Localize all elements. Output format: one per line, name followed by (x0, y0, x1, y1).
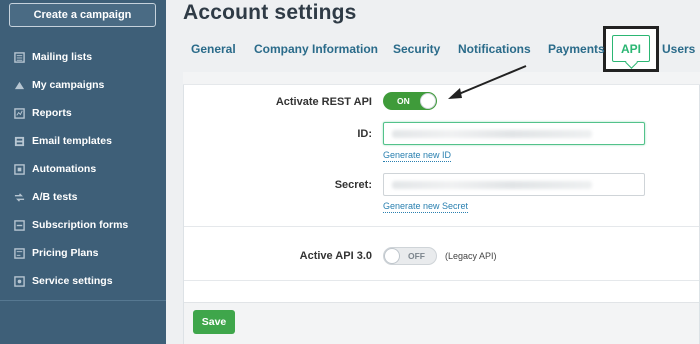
api-secret-field[interactable] (383, 173, 645, 196)
sidebar-item-label: Pricing Plans (32, 247, 99, 259)
sidebar-item-subscription-forms[interactable]: Subscription forms (0, 214, 166, 236)
page-title: Account settings (183, 1, 357, 24)
toggle-knob (384, 248, 400, 264)
sidebar-divider (0, 300, 166, 301)
tab-security[interactable]: Security (393, 42, 440, 56)
section-divider (184, 226, 699, 227)
sidebar-item-ab-tests[interactable]: A/B tests (0, 186, 166, 208)
save-button[interactable]: Save (193, 310, 235, 334)
sidebar-item-email-templates[interactable]: Email templates (0, 130, 166, 152)
api3-toggle[interactable]: OFF (383, 247, 437, 265)
id-label: ID: (357, 128, 372, 140)
list-icon (13, 51, 25, 63)
pointer-arrow-icon (448, 65, 527, 99)
tab-company-information[interactable]: Company Information (254, 42, 378, 56)
sidebar-item-label: Email templates (32, 135, 112, 147)
sidebar-item-mailing-lists[interactable]: Mailing lists (0, 46, 166, 68)
sidebar-item-service-settings[interactable]: Service settings (0, 270, 166, 292)
tab-general[interactable]: General (191, 42, 236, 56)
sidebar-item-my-campaigns[interactable]: My campaigns (0, 74, 166, 96)
rest-api-toggle[interactable]: ON (383, 92, 437, 110)
legacy-api-note: (Legacy API) (445, 251, 497, 261)
toggle-knob (420, 93, 436, 109)
tab-notifications[interactable]: Notifications (458, 42, 531, 56)
sidebar-item-label: Service settings (32, 275, 113, 287)
form-icon (13, 219, 25, 231)
generate-new-id-link[interactable]: Generate new ID (383, 150, 452, 162)
app-root: Create a campaign Mailing lists My campa… (0, 0, 700, 344)
sidebar-item-automations[interactable]: Automations (0, 158, 166, 180)
sidebar-item-label: Automations (32, 163, 97, 175)
generate-new-secret-link[interactable]: Generate new Secret (383, 201, 469, 213)
pricing-icon (13, 247, 25, 259)
blurred-value (392, 130, 592, 138)
settings-icon (13, 275, 25, 287)
sidebar-item-reports[interactable]: Reports (0, 102, 166, 124)
reports-icon (13, 107, 25, 119)
form-footer (184, 302, 699, 344)
rest-api-label: Activate REST API (275, 96, 372, 108)
sidebar-item-pricing-plans[interactable]: Pricing Plans (0, 242, 166, 264)
automation-icon (13, 163, 25, 175)
campaign-icon (13, 79, 25, 91)
sidebar-item-label: Subscription forms (32, 219, 129, 231)
template-icon (13, 135, 25, 147)
tab-payments[interactable]: Payments (548, 42, 605, 56)
blurred-value (392, 181, 592, 189)
sidebar-item-label: Mailing lists (32, 51, 93, 63)
sidebar-item-label: My campaigns (32, 79, 105, 91)
api-id-field[interactable] (383, 122, 645, 145)
api3-label: Active API 3.0 (299, 250, 372, 262)
sidebar-item-label: A/B tests (32, 191, 78, 203)
create-campaign-button[interactable]: Create a campaign (9, 3, 156, 27)
secret-label: Secret: (334, 179, 372, 191)
ab-test-icon (13, 191, 25, 203)
sidebar: Create a campaign Mailing lists My campa… (0, 0, 166, 344)
tab-users[interactable]: Users (662, 42, 695, 56)
sidebar-item-label: Reports (32, 107, 72, 119)
toggle-off-text: OFF (408, 251, 425, 261)
section-divider (184, 280, 699, 281)
toggle-on-text: ON (397, 96, 410, 106)
tab-api[interactable]: API (612, 35, 650, 62)
